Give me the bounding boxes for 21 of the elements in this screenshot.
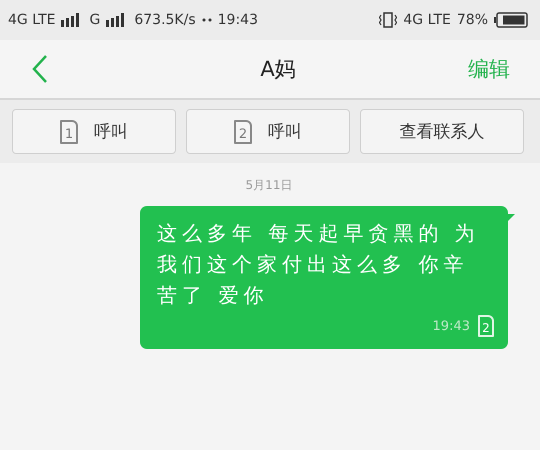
sim-card-icon: 2 bbox=[478, 315, 494, 337]
call-button[interactable]: 1 呼叫 bbox=[12, 109, 176, 154]
sim-card-icon: 2 bbox=[234, 120, 252, 144]
date-label: 5月11日 bbox=[246, 177, 292, 194]
message-time: 19:43 bbox=[432, 318, 470, 334]
view-contact-button[interactable]: 查看联系人 bbox=[360, 109, 524, 154]
message-text: 这么多年 每天起早贪黑的 为我们这个家付出这么多 你辛苦了 爱你 bbox=[157, 220, 481, 309]
call-button[interactable]: 2 呼叫 bbox=[186, 109, 350, 154]
vibrate-icon bbox=[379, 12, 398, 28]
clock: 19:43 bbox=[218, 12, 258, 28]
network-label: 4G LTE bbox=[403, 12, 451, 28]
network-label: G bbox=[89, 12, 100, 28]
battery-icon bbox=[494, 12, 528, 28]
back-icon bbox=[32, 54, 48, 84]
battery-percent: 78% bbox=[456, 12, 488, 28]
back-button[interactable] bbox=[32, 54, 48, 84]
contact-name: A妈 bbox=[259, 56, 297, 83]
data-speed: 673.5K/s bbox=[134, 12, 196, 28]
network-label: 4G LTE bbox=[8, 12, 56, 28]
sim-card-icon: 1 bbox=[60, 120, 78, 144]
dots-icon bbox=[202, 18, 212, 22]
